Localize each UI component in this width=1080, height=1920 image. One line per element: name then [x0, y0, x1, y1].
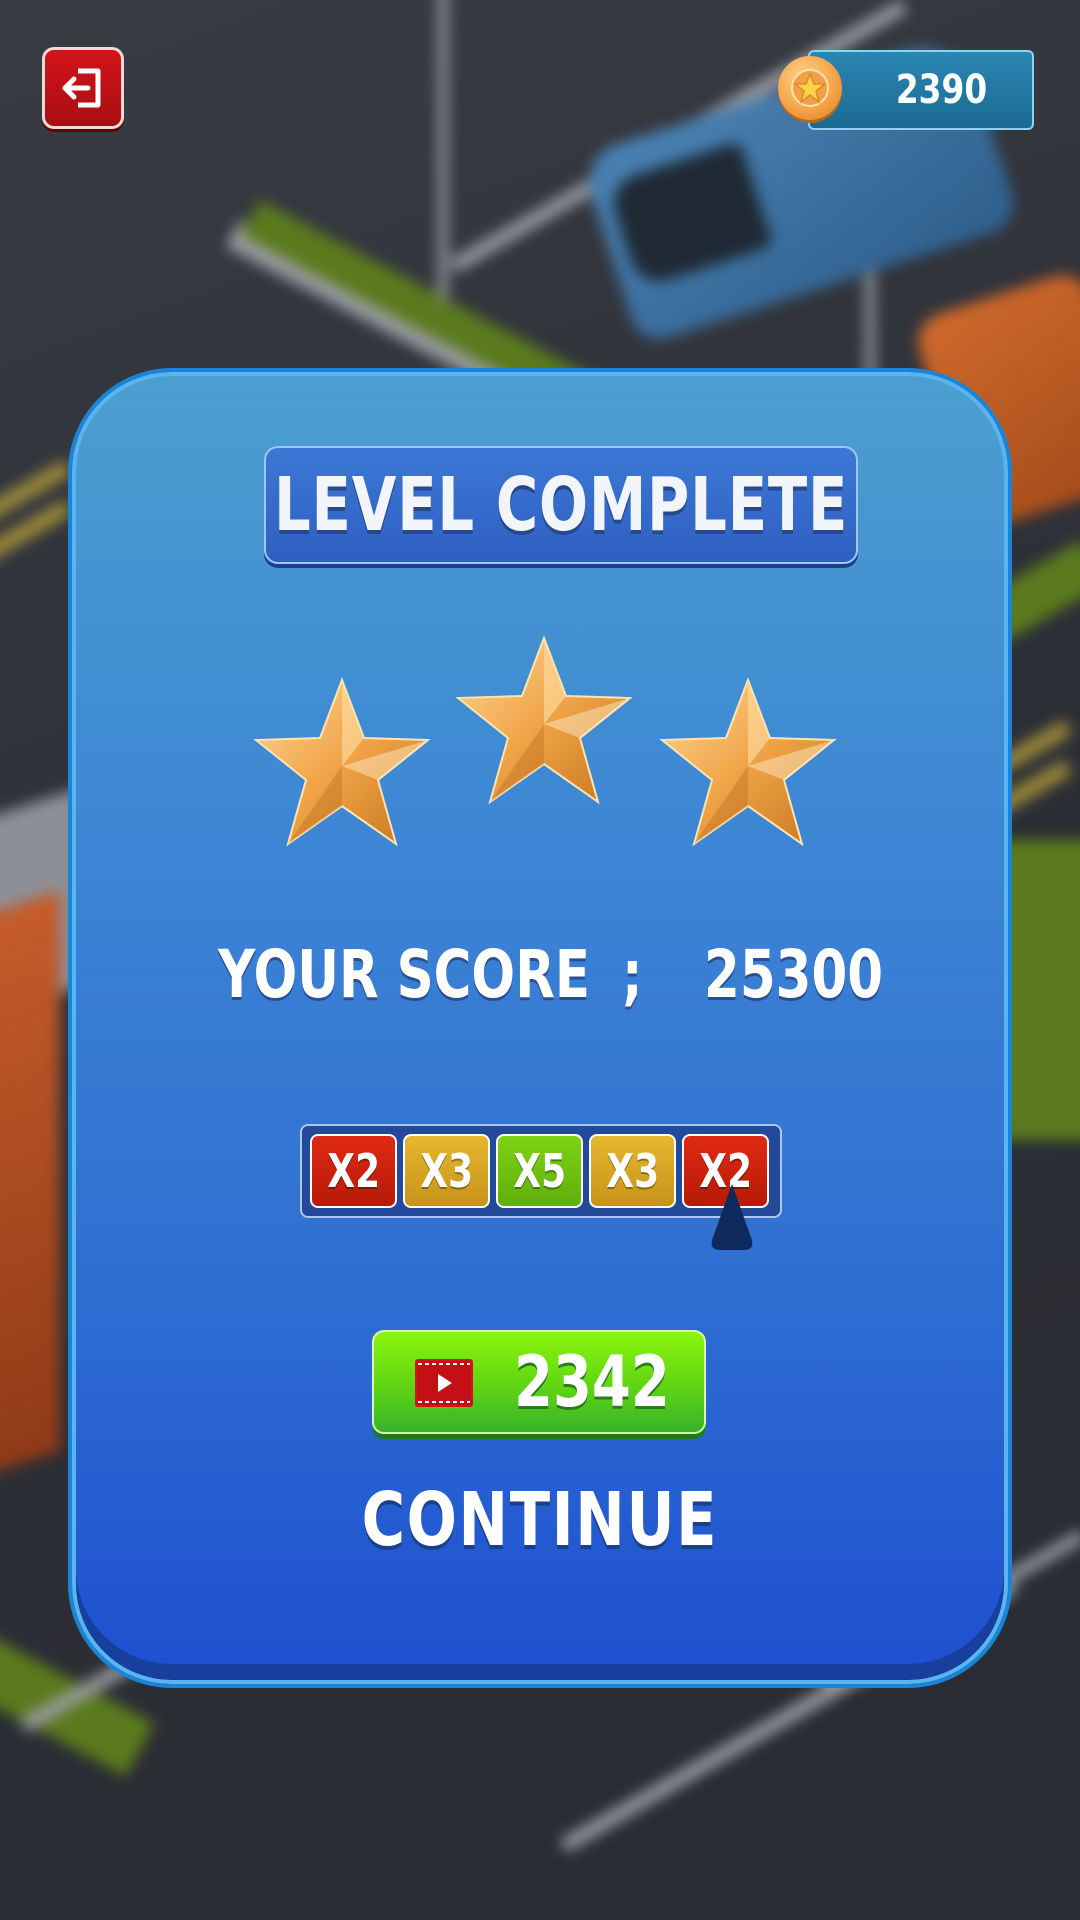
continue-label: CONTINUE [361, 1477, 719, 1563]
continue-button[interactable]: CONTINUE [344, 1470, 736, 1570]
star-icon-3 [659, 677, 837, 847]
multiplier-x3-left: X3 [403, 1134, 490, 1208]
coin-balance: 2390 [895, 67, 988, 113]
panel-title: LEVEL COMPLETE [273, 462, 849, 548]
score-separator: ; [622, 936, 643, 1013]
multiplier-pointer-icon [711, 1184, 753, 1250]
star-icon-2 [455, 635, 633, 805]
multiplier-x3-right: X3 [589, 1134, 676, 1208]
multiplier-x2-left: X2 [310, 1134, 397, 1208]
video-ad-icon [415, 1359, 473, 1407]
star-icon-1 [253, 677, 431, 847]
coin-star-icon [778, 56, 842, 120]
exit-icon [62, 68, 101, 108]
title-plate: LEVEL COMPLETE [264, 446, 858, 564]
level-complete-panel: LEVEL COMPLETE YOUR SCORE ; 25300 X2 X3 [72, 372, 1008, 1684]
watch-ad-reward-button[interactable]: 2342 [372, 1330, 706, 1434]
score-value: 25300 [704, 936, 884, 1013]
watch-ad-reward-value: 2342 [514, 1341, 670, 1423]
multiplier-x5-center: X5 [496, 1134, 583, 1208]
score-label: YOUR SCORE [218, 936, 590, 1013]
exit-button[interactable] [42, 47, 124, 129]
